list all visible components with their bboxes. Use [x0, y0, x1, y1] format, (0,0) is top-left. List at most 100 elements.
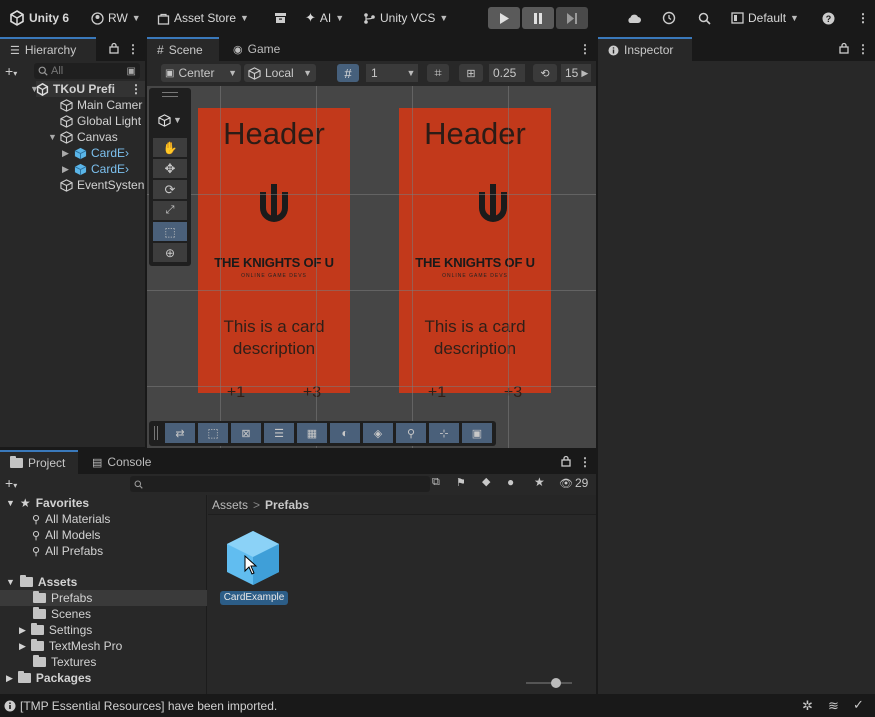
history-button[interactable] [662, 9, 676, 27]
package-button[interactable] [274, 9, 287, 27]
drag-handle-icon[interactable] [162, 92, 178, 97]
favorites-header[interactable]: ▼ ★ Favorites [6, 495, 89, 511]
folder-item[interactable]: Textures [33, 654, 96, 670]
grid-toggle-icon[interactable]: # [337, 64, 359, 82]
vcs-dropdown[interactable]: Unity VCS ▼ [363, 9, 448, 27]
favorite-item[interactable]: ⚲ All Prefabs [32, 543, 103, 559]
scale-tool-icon[interactable]: ⤢ [153, 201, 187, 220]
rotation-snap-field[interactable]: 15 ▶ [561, 64, 591, 82]
favorite-item[interactable]: ⚲ All Models [32, 527, 100, 543]
inspector-menu-button[interactable]: ⋮ [857, 42, 869, 56]
check-circle-icon[interactable]: ✓ [853, 697, 864, 713]
layers-icon[interactable]: ◈ [363, 423, 393, 443]
expand-arrow-icon[interactable]: ▼ [6, 577, 15, 587]
hidden-packages-toggle[interactable]: 👁 29 [559, 476, 588, 490]
search-by-label-icon[interactable]: ⚑ [456, 476, 466, 489]
hierarchy-item[interactable]: EventSysten [60, 177, 144, 193]
align-icon[interactable]: ☰ [264, 423, 294, 443]
hierarchy-item-prefab[interactable]: ▶ CardE› [62, 145, 129, 161]
folder-item[interactable]: Scenes [33, 606, 91, 622]
tab-hierarchy[interactable]: ☰ Hierarchy [0, 37, 96, 61]
create-asset-button[interactable]: +▾ [5, 475, 17, 491]
expand-arrow-icon[interactable]: ▼ [6, 498, 15, 508]
tab-project[interactable]: Project [0, 450, 78, 474]
drag-handle-icon[interactable] [154, 426, 158, 440]
rotate-tool-icon[interactable]: ⟳ [153, 180, 187, 199]
shading-icon[interactable]: ◐ [330, 423, 360, 443]
snap-increment-field[interactable]: 0.25 [489, 64, 525, 82]
project-search-input[interactable] [130, 476, 430, 492]
layers-icon[interactable]: ≋ [828, 698, 839, 714]
tab-console[interactable]: ▤ Console [82, 450, 161, 474]
hierarchy-menu-button[interactable]: ⋮ [127, 42, 139, 56]
expand-arrow-icon[interactable]: ▼ [48, 132, 57, 142]
zoom-slider-thumb[interactable] [551, 678, 561, 688]
pivot-dropdown[interactable]: ▣ Center ▼ [161, 64, 241, 82]
move-tool-icon[interactable]: ✥ [153, 159, 187, 178]
hierarchy-item[interactable]: Global Light [60, 113, 141, 129]
search-by-type-icon[interactable]: ⧉ [432, 476, 440, 489]
scene-view[interactable]: Header THE KNIGHTS OF U ONLINE GAME DEVS… [147, 86, 596, 448]
tab-game[interactable]: ◉ Game [223, 37, 290, 61]
asset-store-dropdown[interactable]: Asset Store ▼ [157, 9, 249, 27]
favorite-item[interactable]: ⚲ All Materials [32, 511, 110, 527]
zoom-icon[interactable]: ⚲ [396, 423, 426, 443]
favorite-star-icon[interactable]: ★ [534, 475, 545, 489]
expand-arrow-icon[interactable]: ▶ [62, 164, 69, 175]
expand-arrow-icon[interactable]: ▶ [19, 625, 26, 636]
packages-folder[interactable]: ▶ Packages [6, 670, 91, 686]
folder-item[interactable]: ▶ Settings [19, 622, 92, 638]
package-filter-icon[interactable]: ● [507, 475, 514, 489]
folder-item-selected[interactable]: Prefabs [0, 590, 207, 606]
scene-menu-button[interactable]: ⋮ [579, 42, 591, 56]
status-message[interactable]: [TMP Essential Resources] have been impo… [20, 699, 277, 713]
filter-icon[interactable]: ▣ [127, 66, 136, 77]
center-icon[interactable]: ⊹ [429, 423, 459, 443]
space-dropdown[interactable]: Local ▼ [244, 64, 316, 82]
account-dropdown[interactable]: RW ▼ [91, 9, 141, 27]
layout-dropdown[interactable]: Default ▼ [731, 9, 799, 27]
asset-item[interactable]: CardExample [220, 529, 288, 609]
help-button[interactable]: ? [822, 9, 835, 27]
increment-snap-icon[interactable]: ⊞ [459, 64, 483, 82]
breadcrumb-current[interactable]: Prefabs [265, 498, 309, 512]
add-object-button[interactable]: +▾ [5, 63, 17, 79]
hand-tool-icon[interactable]: ✋ [153, 138, 187, 157]
grid-size-dropdown[interactable]: ▼ [404, 64, 418, 82]
tool-mode-dropdown[interactable]: ▼ [153, 110, 187, 130]
shuffle-icon[interactable]: ⇄ [165, 423, 195, 443]
grid-pattern-icon[interactable]: ▦ [297, 423, 327, 443]
unity-menu[interactable]: Unity 6 [9, 9, 69, 27]
assets-folder[interactable]: ▼ Assets [6, 574, 77, 590]
expand-arrow-icon[interactable]: ▶ [19, 641, 26, 652]
bug-icon[interactable]: ✲ [802, 698, 813, 714]
more-vertical-icon[interactable]: ⋮ [130, 82, 145, 96]
zoom-slider-track[interactable] [526, 682, 572, 684]
play-button[interactable] [488, 7, 520, 29]
rotation-snap-icon[interactable]: ⟲ [533, 64, 557, 82]
breadcrumb-root[interactable]: Assets [212, 498, 248, 512]
lock-icon[interactable] [838, 42, 850, 54]
lock-icon[interactable] [108, 42, 120, 54]
hierarchy-item-prefab[interactable]: ▶ CardE› [62, 161, 129, 177]
ai-dropdown[interactable]: ✦ AI ▼ [305, 9, 344, 27]
tab-inspector[interactable]: Inspector [598, 37, 692, 61]
expand-arrow-icon[interactable]: ▶ [62, 148, 69, 159]
project-menu-button[interactable]: ⋮ [579, 455, 591, 469]
step-button[interactable] [556, 7, 588, 29]
toolbar-menu-button[interactable]: ⋮ [857, 9, 869, 27]
tab-scene[interactable]: # Scene [147, 37, 219, 61]
grid-snap-icon[interactable]: ⌗ [427, 64, 449, 82]
search-button[interactable] [698, 9, 711, 27]
lock-icon[interactable] [560, 455, 572, 467]
hierarchy-search-input[interactable]: All ▣ [34, 63, 140, 79]
grid-size-field[interactable]: 1 [366, 64, 404, 82]
camera-icon[interactable]: ▣ [462, 423, 492, 443]
card-2[interactable]: Header THE KNIGHTS OF U ONLINE GAME DEVS… [399, 108, 551, 401]
hierarchy-item[interactable]: Main Camer [60, 97, 142, 113]
fit-icon[interactable]: ⊠ [231, 423, 261, 443]
pause-button[interactable] [522, 7, 554, 29]
hierarchy-item[interactable]: ▼ Canvas [48, 129, 118, 145]
hierarchy-item-root[interactable]: ▼ TKoU Prefi ⋮ [30, 81, 145, 97]
rect-select-icon[interactable]: ⬚ [198, 423, 228, 443]
